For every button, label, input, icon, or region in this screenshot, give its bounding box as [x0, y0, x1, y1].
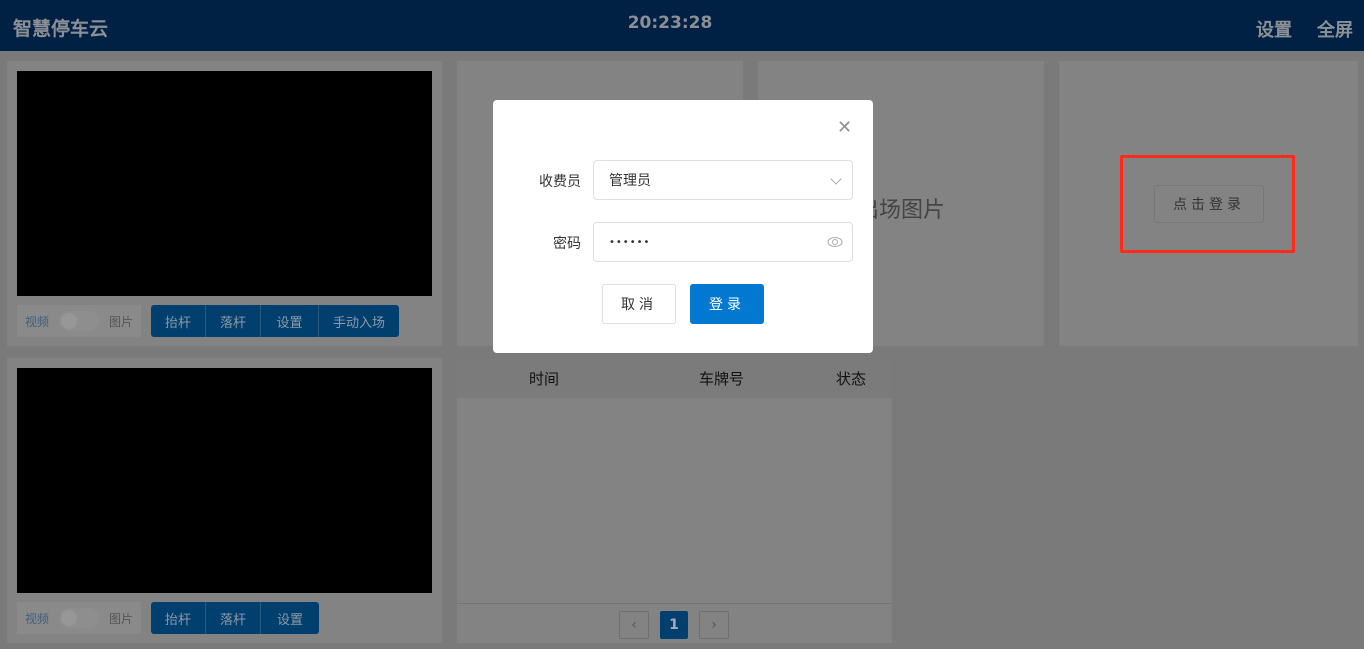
- gate-controls: 抬杆 落杆 设置: [151, 602, 319, 634]
- divider: [457, 603, 892, 604]
- column-status: 状态: [836, 370, 867, 388]
- picture-label: 图片: [108, 314, 133, 329]
- video-label: 视频: [25, 314, 50, 329]
- cashier-value: 管理员: [609, 173, 651, 189]
- column-plate: 车牌号: [699, 370, 745, 388]
- column-time: 时间: [529, 370, 560, 388]
- password-value: ••••••: [609, 236, 651, 248]
- video-picture-switch[interactable]: [59, 608, 99, 628]
- records-table: 时间 车牌号 状态 ‹ 1 ›: [457, 358, 892, 643]
- clock: 20:23:28: [627, 13, 713, 33]
- table-header: 时间 车牌号 状态: [457, 358, 892, 398]
- login-card: 点击登录: [1059, 61, 1358, 346]
- page-1-button[interactable]: 1: [660, 611, 688, 639]
- video-feed: [17, 368, 432, 593]
- view-toggle: 视频 图片: [17, 602, 141, 634]
- fullscreen-link[interactable]: 全屏: [1317, 16, 1353, 42]
- raise-gate-button[interactable]: 抬杆: [151, 305, 206, 337]
- raise-gate-button[interactable]: 抬杆: [151, 602, 206, 634]
- top-bar: 智慧停车云 20:23:28 设置 全屏: [0, 0, 1364, 51]
- picture-label: 图片: [108, 611, 133, 626]
- manual-entry-button[interactable]: 手动入场: [319, 305, 399, 337]
- login-button[interactable]: 登录: [690, 284, 764, 324]
- video-feed: [17, 71, 432, 296]
- video-label: 视频: [25, 611, 50, 626]
- settings-link[interactable]: 设置: [1256, 16, 1292, 42]
- exit-lane-card: 视频 图片 抬杆 落杆 设置: [7, 358, 442, 643]
- next-page-button[interactable]: ›: [699, 611, 729, 639]
- lane-settings-button[interactable]: 设置: [261, 602, 319, 634]
- lower-gate-button[interactable]: 落杆: [206, 602, 261, 634]
- video-picture-switch[interactable]: [59, 311, 99, 331]
- prev-page-button[interactable]: ‹: [619, 611, 649, 639]
- lane-settings-button[interactable]: 设置: [261, 305, 319, 337]
- lower-gate-button[interactable]: 落杆: [206, 305, 261, 337]
- chevron-down-icon: [830, 173, 842, 185]
- close-icon[interactable]: ✕: [837, 118, 852, 138]
- click-login-button[interactable]: 点击登录: [1154, 185, 1264, 223]
- gate-controls: 抬杆 落杆 设置 手动入场: [151, 305, 399, 337]
- password-input[interactable]: ••••••: [593, 222, 853, 262]
- eye-icon[interactable]: [827, 236, 843, 248]
- login-dialog: ✕ 收费员 管理员 密码 •••••• 取消 登录: [493, 100, 873, 353]
- password-label: 密码: [553, 236, 581, 252]
- cashier-label: 收费员: [539, 174, 581, 190]
- entry-lane-card: 视频 图片 抬杆 落杆 设置 手动入场: [7, 61, 442, 346]
- view-toggle: 视频 图片: [17, 305, 141, 337]
- cashier-select[interactable]: 管理员: [593, 160, 853, 200]
- cancel-button[interactable]: 取消: [602, 284, 676, 324]
